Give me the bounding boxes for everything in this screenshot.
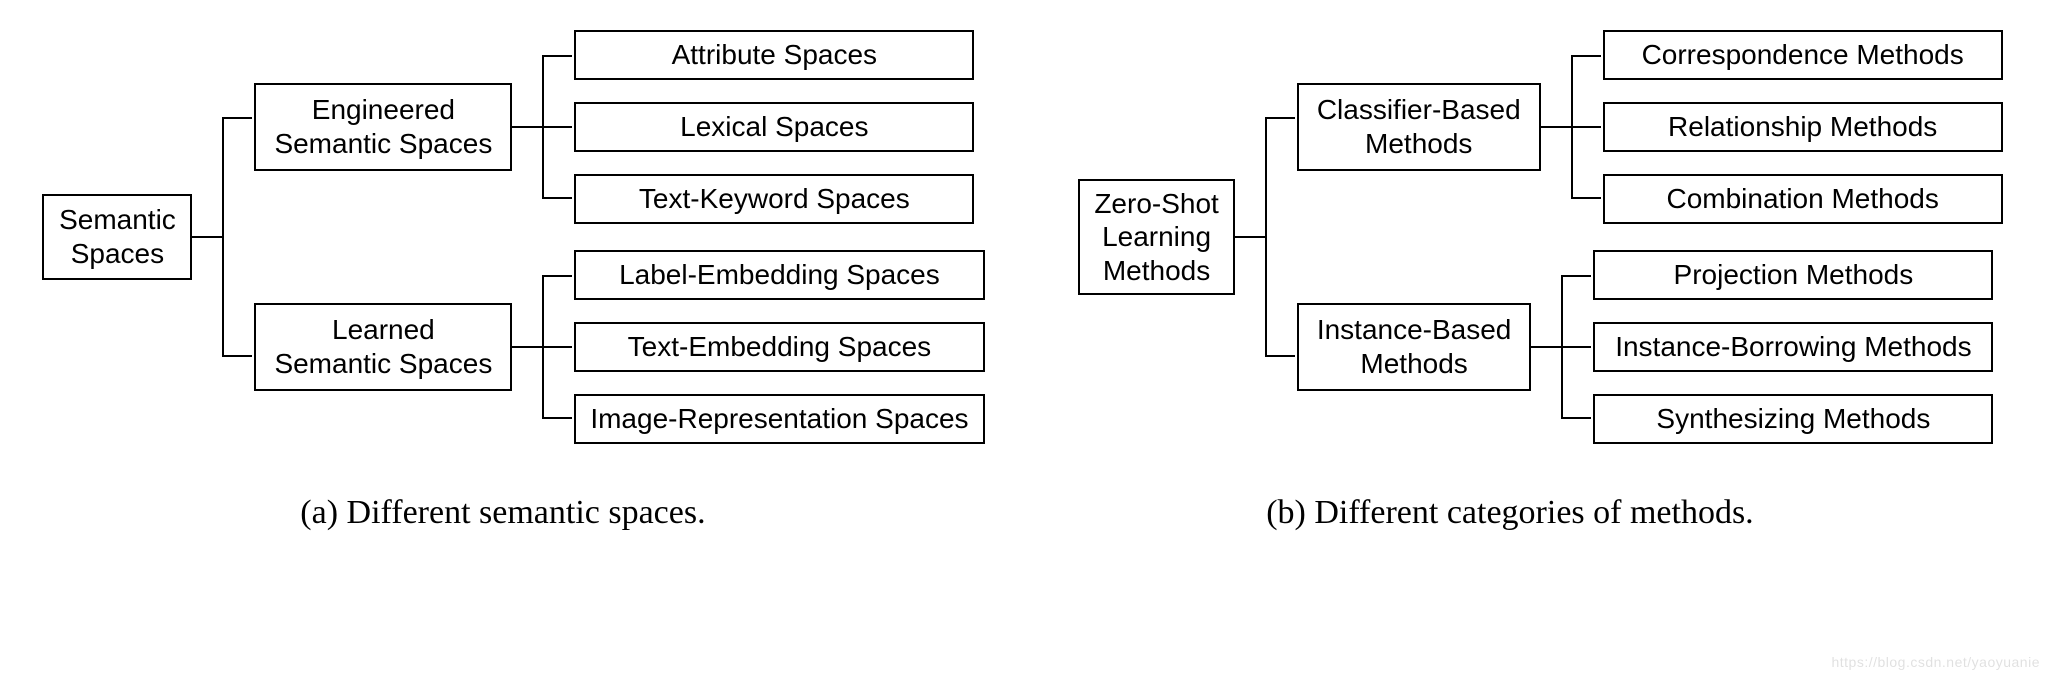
- leaf-node: Attribute Spaces: [574, 30, 974, 80]
- right-tree: Zero-Shot Learning Methods Classifier-Ba…: [1047, 30, 2034, 444]
- connector: [1571, 55, 1573, 199]
- trees-row: Semantic Spaces Engineered Semantic Spac…: [20, 30, 2034, 444]
- left-branch-0: Engineered Semantic Spaces Attribute Spa…: [254, 30, 984, 224]
- right-branch-1: Instance-Based Methods Projection Method…: [1297, 250, 2003, 444]
- captions-row: (a) Different semantic spaces. (b) Diffe…: [20, 494, 2034, 532]
- left-branch-0-fork: [512, 55, 544, 199]
- leaf-node: Text-Embedding Spaces: [574, 322, 984, 372]
- connector: [1265, 117, 1267, 357]
- connector: [512, 346, 542, 348]
- connector: [542, 275, 544, 419]
- left-branch-1-node: Learned Semantic Spaces: [254, 303, 512, 390]
- right-branch-0-leaves: Correspondence Methods Relationship Meth…: [1603, 30, 2003, 224]
- leaf-node: Synthesizing Methods: [1593, 394, 1993, 444]
- left-root-fork: [192, 117, 224, 357]
- right-branches: Classifier-Based Methods Correspondence …: [1297, 30, 2003, 444]
- leaf-node: Lexical Spaces: [574, 102, 974, 152]
- left-caption: (a) Different semantic spaces.: [300, 494, 705, 532]
- connector: [192, 236, 222, 238]
- right-branch-1-leaves: Projection Methods Instance-Borrowing Me…: [1593, 250, 1993, 444]
- right-root-fork: [1235, 117, 1267, 357]
- connector: [222, 117, 224, 357]
- leaf-node: Image-Representation Spaces: [574, 394, 984, 444]
- left-root-node: Semantic Spaces: [42, 194, 192, 280]
- right-branch-0-fork: [1541, 55, 1573, 199]
- leaf-node: Label-Embedding Spaces: [574, 250, 984, 300]
- right-branch-1-fork: [1531, 275, 1563, 419]
- left-tree: Semantic Spaces Engineered Semantic Spac…: [20, 30, 1007, 444]
- connector: [1541, 126, 1571, 128]
- diagram-page: Semantic Spaces Engineered Semantic Spac…: [0, 0, 2054, 678]
- leaf-node: Correspondence Methods: [1603, 30, 2003, 80]
- leaf-node: Text-Keyword Spaces: [574, 174, 974, 224]
- left-branch-0-node: Engineered Semantic Spaces: [254, 83, 512, 170]
- right-branch-0: Classifier-Based Methods Correspondence …: [1297, 30, 2003, 224]
- watermark-text: https://blog.csdn.net/yaoyuanie: [1831, 654, 2040, 670]
- left-branch-0-leaves: Attribute Spaces Lexical Spaces Text-Key…: [574, 30, 974, 224]
- leaf-node: Relationship Methods: [1603, 102, 2003, 152]
- leaf-node: Instance-Borrowing Methods: [1593, 322, 1993, 372]
- connector: [1561, 275, 1563, 419]
- right-root-node: Zero-Shot Learning Methods: [1078, 179, 1235, 296]
- left-branch-1-leaves: Label-Embedding Spaces Text-Embedding Sp…: [574, 250, 984, 444]
- connector: [1235, 236, 1265, 238]
- right-caption: (b) Different categories of methods.: [1266, 494, 1753, 532]
- left-branches: Engineered Semantic Spaces Attribute Spa…: [254, 30, 984, 444]
- connector: [512, 126, 542, 128]
- leaf-node: Combination Methods: [1603, 174, 2003, 224]
- leaf-node: Projection Methods: [1593, 250, 1993, 300]
- left-branch-1-fork: [512, 275, 544, 419]
- connector: [1531, 346, 1561, 348]
- right-branch-1-node: Instance-Based Methods: [1297, 303, 1532, 390]
- right-branch-0-node: Classifier-Based Methods: [1297, 83, 1541, 170]
- left-branch-1: Learned Semantic Spaces Label-Embedding …: [254, 250, 984, 444]
- connector: [542, 55, 544, 199]
